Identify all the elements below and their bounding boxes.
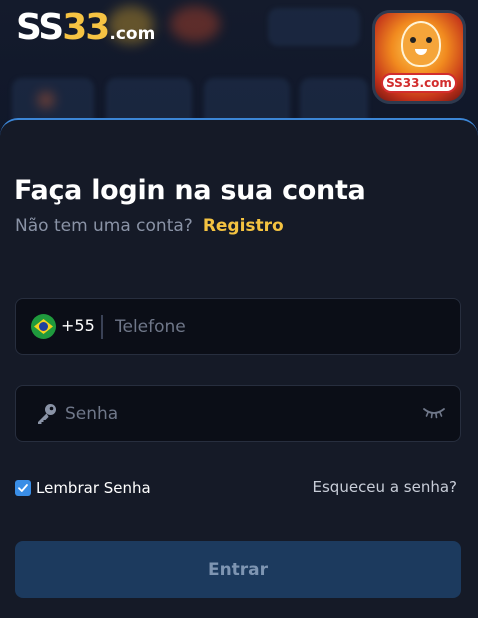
field-divider bbox=[101, 315, 103, 339]
app-icon[interactable]: SS33.com bbox=[372, 10, 466, 104]
page-title: Faça login na sua conta bbox=[14, 175, 366, 206]
country-code[interactable]: +55 bbox=[61, 315, 95, 337]
no-account-text: Não tem uma conta? bbox=[15, 216, 193, 236]
brazil-flag-icon[interactable] bbox=[31, 314, 56, 339]
bg-decoration bbox=[170, 6, 220, 42]
key-icon bbox=[38, 404, 56, 424]
password-input[interactable] bbox=[65, 400, 415, 428]
tiger-mascot-icon bbox=[401, 21, 441, 67]
logo-number: 33 bbox=[62, 7, 110, 48]
register-link[interactable]: Registro bbox=[203, 216, 284, 236]
phone-input[interactable] bbox=[115, 313, 445, 341]
remember-password[interactable]: Lembrar Senha bbox=[15, 478, 151, 498]
site-logo[interactable]: SS 33 .com bbox=[16, 8, 155, 48]
remember-checkbox[interactable] bbox=[15, 480, 31, 496]
logo-domain: .com bbox=[109, 24, 156, 44]
remember-label[interactable]: Lembrar Senha bbox=[36, 478, 151, 498]
eye-closed-icon[interactable] bbox=[422, 406, 446, 420]
bg-decoration bbox=[38, 92, 54, 108]
forgot-password-link[interactable]: Esqueceu a senha? bbox=[313, 477, 457, 497]
password-field[interactable] bbox=[15, 385, 461, 442]
bg-header-button bbox=[268, 8, 360, 46]
login-panel: Faça login na sua conta Não tem uma cont… bbox=[0, 118, 478, 618]
check-icon bbox=[18, 484, 28, 492]
app-icon-label: SS33.com bbox=[381, 73, 457, 93]
phone-field[interactable]: +55 bbox=[15, 298, 461, 355]
register-prompt: Não tem uma conta? Registro bbox=[15, 214, 284, 238]
login-button[interactable]: Entrar bbox=[15, 541, 461, 598]
logo-text: SS bbox=[16, 7, 64, 48]
